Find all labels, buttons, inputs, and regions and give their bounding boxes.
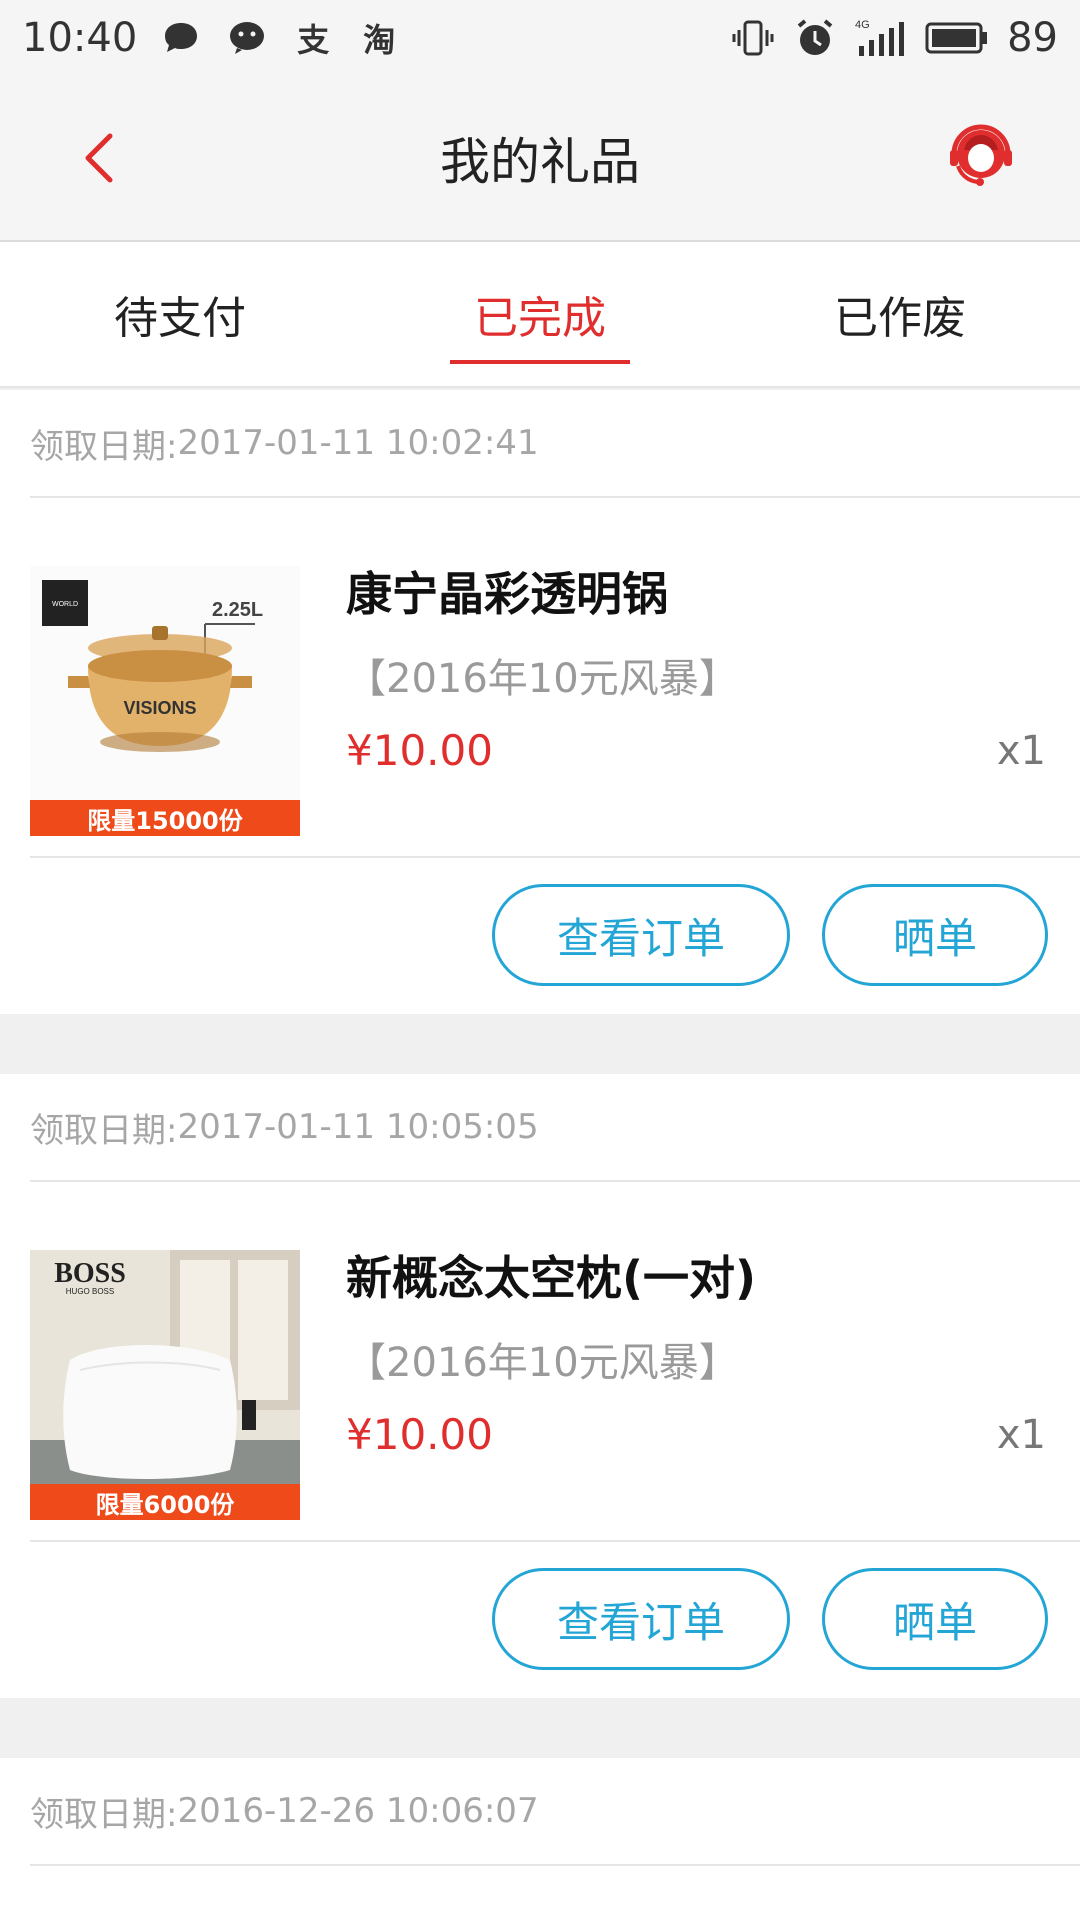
- receive-date-label: 领取日期:: [30, 426, 178, 467]
- campaign-tag: 【2016年10元风暴】: [346, 1340, 739, 1386]
- battery-icon: [925, 16, 989, 60]
- product-name: 康宁晶彩透明锅: [346, 567, 668, 621]
- order-actions: 查看订单 晒单: [0, 858, 1080, 1014]
- order-card: 领取日期: 2016-12-26 10:06:07: [0, 1758, 1080, 1920]
- share-order-button[interactable]: 晒单: [822, 884, 1048, 986]
- view-order-button[interactable]: 查看订单: [492, 1568, 790, 1670]
- receive-date: 领取日期: 2016-12-26 10:06:07: [30, 1758, 1080, 1866]
- order-actions: 查看订单 晒单: [0, 1542, 1080, 1698]
- product-price: ¥10.00: [346, 726, 493, 775]
- receive-date-value: 2016-12-26 10:06:07: [177, 1791, 539, 1831]
- capacity-label: 2.25L: [212, 599, 263, 621]
- order-item[interactable]: WORLD 2.25L VISIONS 限量15000份 康宁晶彩透明锅 【20…: [30, 498, 1080, 858]
- vibrate-icon: [731, 16, 775, 60]
- receive-date-value: 2017-01-11 10:02:41: [177, 423, 539, 463]
- app-header: 我的礼品: [0, 76, 1080, 242]
- svg-text:WORLD: WORLD: [52, 601, 78, 608]
- headset-support-icon: [950, 124, 1012, 186]
- product-quantity: x1: [996, 728, 1046, 774]
- taobao-icon: 淘: [363, 21, 396, 59]
- alarm-icon: [793, 16, 837, 60]
- product-name: 新概念太空枕(一对): [346, 1251, 757, 1305]
- receive-date-value: 2017-01-11 10:05:05: [177, 1107, 539, 1147]
- limited-quantity-badge: 限量6000份: [30, 1484, 300, 1520]
- network-type-label: 4G: [855, 19, 870, 31]
- tab-completed[interactable]: 已完成: [360, 242, 720, 386]
- order-card: 领取日期: 2017-01-11 10:05:05 BOSS HUGO BOSS…: [0, 1074, 1080, 1698]
- page-title: 我的礼品: [440, 133, 640, 191]
- limited-quantity-badge: 限量15000份: [30, 800, 300, 836]
- brand-sublabel: HUGO BOSS: [66, 1287, 114, 1296]
- product-image-pot: WORLD 2.25L VISIONS 限量15000份: [30, 566, 300, 836]
- share-order-button[interactable]: 晒单: [822, 1568, 1048, 1670]
- signal-icon: 4G: [855, 16, 907, 60]
- alipay-icon: 支: [297, 21, 330, 59]
- tab-pending-payment[interactable]: 待支付: [0, 242, 360, 386]
- tab-voided[interactable]: 已作废: [720, 242, 1080, 386]
- customer-service-button[interactable]: [944, 120, 1018, 194]
- order-card: 领取日期: 2017-01-11 10:02:41 WORLD 2.25L VI…: [0, 390, 1080, 1014]
- order-item[interactable]: BOSS HUGO BOSS 限量6000份 新概念太空枕(一对) 【2016年…: [30, 1182, 1080, 1542]
- receive-date-label: 领取日期:: [30, 1794, 178, 1835]
- campaign-tag: 【2016年10元风暴】: [346, 656, 739, 702]
- brand-label: BOSS: [54, 1258, 126, 1289]
- product-quantity: x1: [996, 1412, 1046, 1458]
- status-time: 10:40: [22, 15, 138, 61]
- order-status-tabs: 待支付 已完成 已作废: [0, 242, 1080, 388]
- product-price: ¥10.00: [346, 1410, 493, 1459]
- status-bar: 10:40 支 淘 4G 89: [0, 0, 1080, 76]
- brand-label: VISIONS: [123, 698, 196, 718]
- receive-date-label: 领取日期:: [30, 1110, 178, 1151]
- receive-date: 领取日期: 2017-01-11 10:02:41: [30, 390, 1080, 498]
- chat-bubble-icon: [159, 16, 203, 60]
- wechat-icon: [225, 16, 269, 60]
- battery-level: 89: [1007, 15, 1058, 61]
- product-image-pillow: BOSS HUGO BOSS 限量6000份: [30, 1250, 300, 1520]
- view-order-button[interactable]: 查看订单: [492, 884, 790, 986]
- receive-date: 领取日期: 2017-01-11 10:05:05: [30, 1074, 1080, 1182]
